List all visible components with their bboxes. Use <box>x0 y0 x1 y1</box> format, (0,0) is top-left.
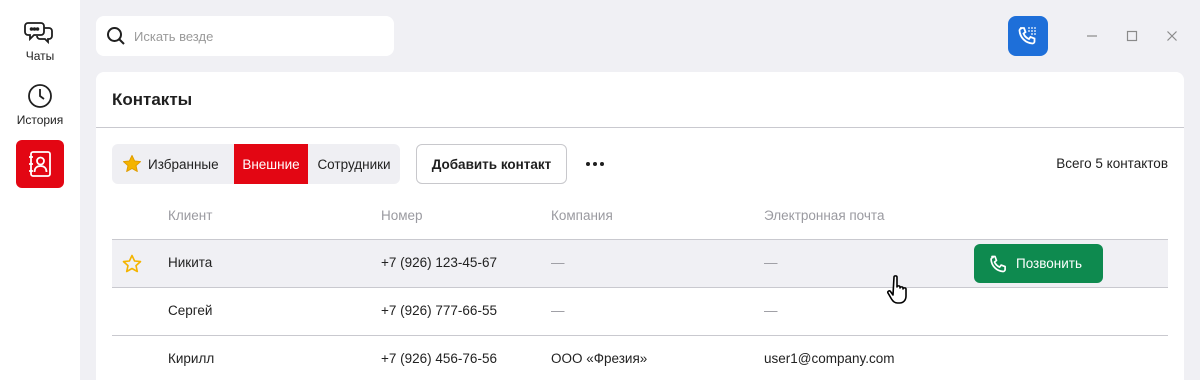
nav-rail: Чаты История <box>0 0 80 380</box>
call-button[interactable]: Позвонить <box>974 244 1103 283</box>
contact-email: user1@company.com <box>764 351 895 366</box>
star-filled-icon <box>123 155 141 172</box>
header-email: Электронная почта <box>764 208 885 223</box>
contact-name: Кирилл <box>168 351 215 366</box>
window-minimize-button[interactable] <box>1082 26 1102 46</box>
nav-item-history[interactable]: История <box>0 82 80 127</box>
contact-name: Сергей <box>168 303 213 318</box>
contact-email: — <box>764 303 778 318</box>
tab-employees[interactable]: Сотрудники <box>308 144 400 184</box>
minimize-icon <box>1087 35 1097 37</box>
table-header: Клиент Номер Компания Электронная почта <box>112 196 1168 240</box>
contact-phone: +7 (926) 456-76-56 <box>381 351 497 366</box>
tab-employees-label: Сотрудники <box>317 156 391 172</box>
nav-item-chats[interactable]: Чаты <box>0 18 80 63</box>
favorite-star-icon[interactable] <box>122 254 142 274</box>
more-dot-icon <box>600 162 604 166</box>
page-title: Контакты <box>112 90 193 109</box>
nav-item-contacts[interactable] <box>16 140 64 188</box>
add-contact-button[interactable]: Добавить контакт <box>416 144 567 184</box>
contact-phone: +7 (926) 123-45-67 <box>381 255 497 270</box>
nav-chats-label: Чаты <box>25 49 55 63</box>
contact-company: — <box>551 255 565 270</box>
tab-external[interactable]: Внешние <box>234 144 308 184</box>
nav-history-label: История <box>16 113 64 127</box>
tab-favorites[interactable]: Избранные <box>112 144 234 184</box>
contact-book-icon <box>29 151 51 177</box>
hand-pointer-cursor-icon <box>886 275 907 304</box>
tab-favorites-label: Избранные <box>148 156 219 172</box>
chat-bubbles-icon <box>24 22 53 45</box>
global-search[interactable] <box>96 16 394 56</box>
contact-company: — <box>551 303 565 318</box>
contact-name: Никита <box>168 255 213 270</box>
header-company: Компания <box>551 208 613 223</box>
phone-app-button[interactable] <box>1008 16 1048 56</box>
table-row[interactable]: Кирилл +7 (926) 456-76-56 ООО «Фрезия» u… <box>112 336 1168 380</box>
more-options-button[interactable] <box>580 152 610 176</box>
contact-phone: +7 (926) 777-66-55 <box>381 303 497 318</box>
tab-external-label: Внешние <box>242 156 300 172</box>
clock-icon <box>28 84 52 108</box>
header-phone: Номер <box>381 208 423 223</box>
contacts-panel: Контакты Избранные Внешние Сотрудники До… <box>96 72 1184 380</box>
window-maximize-button[interactable] <box>1122 26 1142 46</box>
search-input[interactable] <box>134 28 374 44</box>
contact-tabs: Избранные Внешние Сотрудники <box>112 144 400 184</box>
contact-email: — <box>764 255 778 270</box>
header-client: Клиент <box>168 208 213 223</box>
phone-dialpad-icon <box>1018 27 1036 45</box>
call-button-label: Позвонить <box>1016 256 1082 271</box>
contact-company: ООО «Фрезия» <box>551 351 648 366</box>
contacts-count: Всего 5 контактов <box>1056 156 1168 171</box>
more-dot-icon <box>593 162 597 166</box>
window-close-button[interactable] <box>1162 26 1182 46</box>
divider <box>96 127 1184 128</box>
close-icon <box>1167 31 1177 41</box>
phone-icon <box>990 255 1006 272</box>
search-icon <box>107 27 125 45</box>
table-row[interactable]: Никита +7 (926) 123-45-67 — — Позвонить <box>112 240 1168 288</box>
maximize-icon <box>1126 30 1138 42</box>
more-dot-icon <box>586 162 590 166</box>
table-row[interactable]: Сергей +7 (926) 777-66-55 — — <box>112 288 1168 336</box>
